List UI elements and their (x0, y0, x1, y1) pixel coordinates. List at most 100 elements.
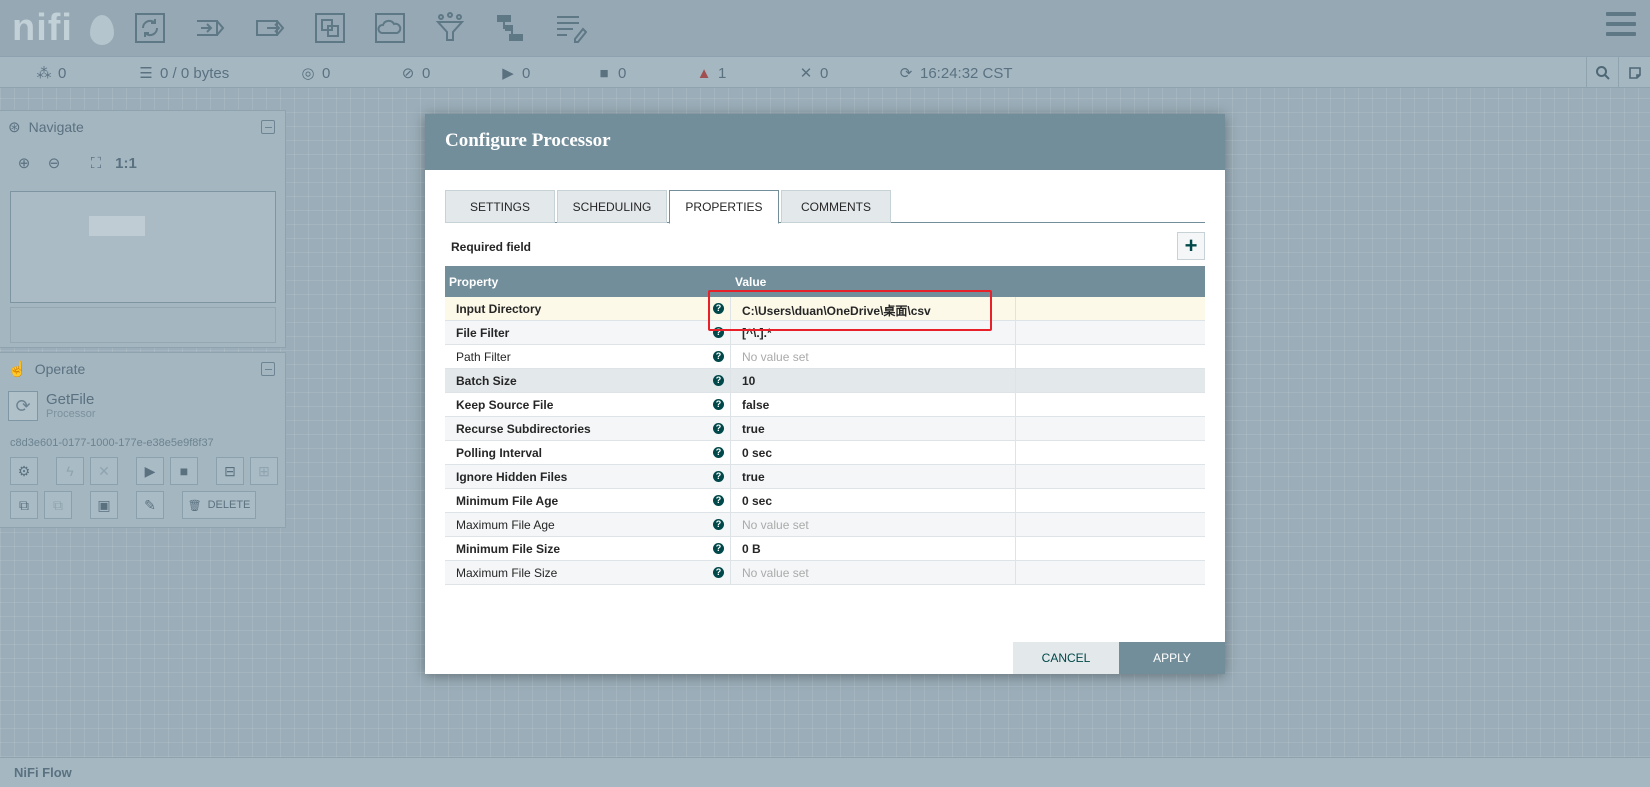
property-value[interactable]: true (742, 422, 765, 436)
cluster-icon: ⁂ (36, 65, 52, 82)
property-name: Maximum File Age (456, 518, 555, 532)
table-row[interactable]: Minimum File Age ? 0 sec (445, 489, 1205, 513)
table-row[interactable]: Keep Source File ? false (445, 393, 1205, 417)
help-icon[interactable]: ? (713, 519, 724, 530)
label-icon[interactable] (550, 8, 590, 48)
create-template-icon[interactable]: ⊟ (216, 457, 244, 485)
paste-icon[interactable]: ⧉ (44, 491, 72, 519)
remote-process-group-icon[interactable] (370, 8, 410, 48)
cancel-button[interactable]: CANCEL (1013, 642, 1119, 674)
table-row[interactable]: Batch Size ? 10 (445, 369, 1205, 393)
tab-scheduling[interactable]: SCHEDULING (557, 190, 667, 223)
property-value[interactable]: No value set (742, 566, 809, 580)
table-row[interactable]: Recurse Subdirectories ? true (445, 417, 1205, 441)
property-value[interactable]: 0 sec (742, 494, 772, 508)
help-icon[interactable]: ? (713, 399, 724, 410)
logo-drop-icon (90, 15, 114, 45)
help-icon[interactable]: ? (713, 423, 724, 434)
disabled-count: 0 (820, 64, 829, 82)
table-row[interactable]: Polling Interval ? 0 sec (445, 441, 1205, 465)
stop-icon[interactable]: ■ (170, 457, 198, 485)
tab-comments[interactable]: COMMENTS (781, 190, 891, 223)
disable-icon[interactable]: ✕ (90, 457, 118, 485)
process-group-icon[interactable] (310, 8, 350, 48)
help-icon[interactable]: ? (713, 567, 724, 578)
zoom-in-icon[interactable]: ⊕ (12, 151, 36, 175)
breadcrumb-root[interactable]: NiFi Flow (14, 765, 72, 780)
property-value[interactable]: 0 sec (742, 446, 772, 460)
delete-button[interactable]: 🗑 DELETE (182, 491, 256, 519)
dialog-tabs: SETTINGS SCHEDULING PROPERTIES COMMENTS (445, 190, 1205, 224)
property-name: Keep Source File (456, 398, 554, 412)
birdseye-footer (10, 307, 276, 343)
hand-pointer-icon: ☝ (8, 361, 27, 378)
actual-size-icon[interactable]: 1:1 (114, 151, 138, 175)
last-refreshed-time: 16:24:32 CST (920, 64, 1013, 82)
copy-icon[interactable]: ⧉ (10, 491, 38, 519)
output-port-icon[interactable] (250, 8, 290, 48)
processor-icon[interactable] (130, 8, 170, 48)
not-transmitting-status: ⊘ 0 (400, 63, 431, 83)
input-port-icon[interactable] (190, 8, 230, 48)
start-icon[interactable]: ▶ (136, 457, 164, 485)
transmitting-icon: ◎ (301, 65, 315, 82)
help-icon[interactable]: ? (713, 447, 724, 458)
operate-row-1: ⚙ ϟ ✕ ▶ ■ ⊟ ⊞ (10, 457, 280, 485)
table-row[interactable]: Maximum File Age ? No value set (445, 513, 1205, 537)
global-menu-icon[interactable] (1606, 12, 1636, 40)
search-icon[interactable] (1586, 57, 1618, 88)
column-property: Property (449, 275, 499, 289)
property-name: Minimum File Age (456, 494, 559, 508)
navigate-palette: ⊛ Navigate ⊕ ⊖ ⛶ 1:1 (0, 110, 286, 348)
enable-icon[interactable]: ϟ (56, 457, 84, 485)
property-value[interactable]: true (742, 470, 765, 484)
help-icon[interactable]: ? (713, 543, 724, 554)
operate-header[interactable]: ☝ Operate (0, 353, 285, 385)
property-name: Path Filter (456, 350, 511, 364)
configure-gear-icon[interactable]: ⚙ (10, 457, 38, 485)
property-value[interactable]: false (742, 398, 769, 412)
template-icon[interactable] (490, 8, 530, 48)
table-row[interactable]: Maximum File Size ? No value set (445, 561, 1205, 585)
dialog-title: Configure Processor (425, 114, 1225, 170)
table-row[interactable]: Minimum File Size ? 0 B (445, 537, 1205, 561)
property-value[interactable]: No value set (742, 518, 809, 532)
operate-palette: ☝ Operate ⟳ GetFile Processor c8d3e601-0… (0, 352, 286, 528)
table-row[interactable]: Ignore Hidden Files ? true (445, 465, 1205, 489)
apply-button[interactable]: APPLY (1119, 642, 1225, 674)
navigate-header[interactable]: ⊛ Navigate (0, 111, 285, 143)
transmitting-rpg-status: ◎ 0 (300, 63, 330, 83)
help-icon[interactable]: ? (713, 495, 724, 506)
birdseye-view[interactable] (10, 191, 276, 303)
birdseye-viewport[interactable] (89, 216, 145, 236)
transmitting-count: 0 (58, 64, 67, 82)
minimize-icon[interactable] (261, 120, 275, 134)
refresh-icon[interactable]: ⟳ (898, 64, 914, 82)
property-value[interactable]: 10 (742, 374, 755, 388)
upload-template-icon[interactable]: ⊞ (250, 457, 278, 485)
running-status: ▶ 0 (500, 63, 530, 83)
help-icon[interactable]: ? (713, 471, 724, 482)
group-icon[interactable]: ▣ (90, 491, 118, 519)
nifi-logo: nifi (12, 6, 114, 50)
tab-properties[interactable]: PROPERTIES (669, 190, 779, 224)
help-icon[interactable]: ? (713, 351, 724, 362)
property-value[interactable]: 0 B (742, 542, 761, 556)
queued-status: ☰ 0 / 0 bytes (138, 63, 229, 83)
transmitting-status: ⁂ 0 (36, 63, 67, 83)
bulletin-board-icon[interactable] (1618, 57, 1650, 88)
table-row[interactable]: Path Filter ? No value set (445, 345, 1205, 369)
zoom-out-icon[interactable]: ⊖ (42, 151, 66, 175)
tab-settings[interactable]: SETTINGS (445, 190, 555, 223)
disabled-status: ✕ 0 (798, 63, 829, 83)
invalid-count: 1 (718, 64, 727, 82)
funnel-icon[interactable] (430, 8, 470, 48)
property-value[interactable]: No value set (742, 350, 809, 364)
stopped-status: ■ 0 (596, 63, 626, 83)
breadcrumb: NiFi Flow (0, 757, 1650, 787)
help-icon[interactable]: ? (713, 375, 724, 386)
add-property-button[interactable]: + (1177, 232, 1205, 260)
color-brush-icon[interactable]: ✎ (136, 491, 164, 519)
fit-icon[interactable]: ⛶ (84, 151, 108, 175)
minimize-icon[interactable] (261, 362, 275, 376)
